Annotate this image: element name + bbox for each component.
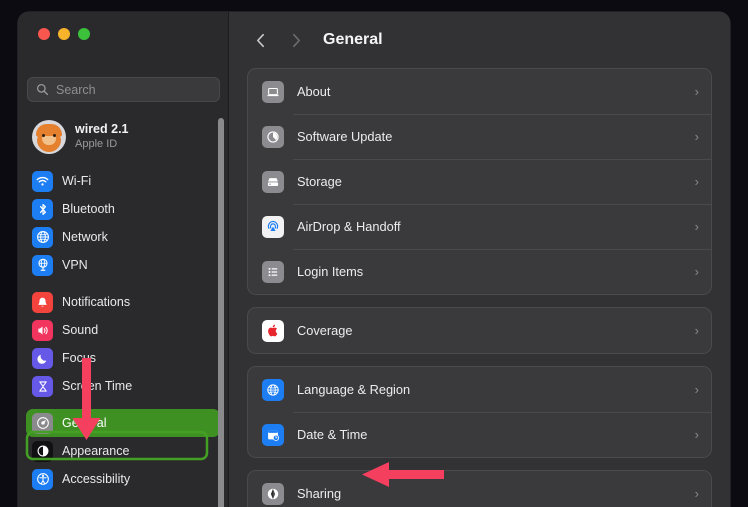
bluetooth-icon bbox=[32, 198, 53, 220]
sidebar-item-general[interactable]: General bbox=[26, 409, 220, 437]
settings-row-label: Login Items bbox=[297, 264, 364, 279]
chevron-right-icon: › bbox=[694, 84, 699, 99]
settings-row-label: About bbox=[297, 84, 331, 99]
sidebar-item-vpn[interactable]: VPN bbox=[26, 251, 220, 279]
chevron-right-icon: › bbox=[694, 264, 699, 279]
sidebar-scrollbar[interactable] bbox=[218, 118, 224, 507]
sidebar-item-label: Wi-Fi bbox=[62, 174, 92, 188]
chevron-right-icon: › bbox=[694, 129, 699, 144]
airdrop-icon bbox=[262, 215, 284, 238]
settings-row-coverage[interactable]: Coverage › bbox=[248, 308, 711, 353]
settings-row-label: Coverage bbox=[297, 323, 353, 338]
settings-card-system: About › Software Update › Storage › AirD… bbox=[247, 68, 712, 295]
language-globe-icon bbox=[262, 378, 284, 401]
search-field[interactable] bbox=[27, 77, 220, 102]
appearance-contrast-icon bbox=[32, 440, 53, 462]
network-globe-icon bbox=[32, 226, 53, 248]
system-settings-window: wired 2.1 Apple ID Wi-Fi bbox=[18, 12, 730, 507]
settings-card-coverage: Coverage › bbox=[247, 307, 712, 354]
window-traffic-lights bbox=[38, 28, 90, 40]
sidebar-item-screen-time[interactable]: Screen Time bbox=[26, 372, 220, 400]
about-laptop-icon bbox=[262, 80, 284, 103]
chevron-right-icon bbox=[292, 33, 300, 47]
sidebar-item-label: Bluetooth bbox=[62, 202, 115, 216]
date-time-calendar-icon bbox=[262, 423, 284, 446]
settings-row-storage[interactable]: Storage › bbox=[248, 159, 711, 204]
sidebar-group-alerts: Notifications Sound Focus Screen Time bbox=[18, 288, 228, 400]
chevron-left-icon bbox=[256, 33, 264, 47]
sidebar-group-connectivity: Wi-Fi Bluetooth Network VPN bbox=[18, 167, 228, 279]
sidebar-item-label: Sound bbox=[62, 323, 99, 337]
sidebar-item-label: Appearance bbox=[62, 444, 130, 458]
back-button[interactable] bbox=[249, 29, 271, 51]
chevron-right-icon: › bbox=[694, 219, 699, 234]
sound-speaker-icon bbox=[32, 319, 53, 341]
search-input[interactable] bbox=[56, 82, 217, 97]
sidebar-item-focus[interactable]: Focus bbox=[26, 344, 220, 372]
settings-row-label: Date & Time bbox=[297, 427, 368, 442]
main-toolbar: General bbox=[229, 12, 730, 68]
sidebar-item-label: Screen Time bbox=[62, 379, 133, 393]
settings-row-login-items[interactable]: Login Items › bbox=[248, 249, 711, 294]
settings-row-date-time[interactable]: Date & Time › bbox=[248, 412, 711, 457]
account-name: wired 2.1 bbox=[75, 121, 129, 136]
sidebar-item-label: General bbox=[62, 416, 107, 430]
settings-row-sharing[interactable]: Sharing › bbox=[248, 471, 711, 507]
storage-drive-icon bbox=[262, 170, 284, 193]
general-gear-icon bbox=[32, 412, 53, 434]
settings-card-locale: Language & Region › Date & Time › bbox=[247, 366, 712, 458]
settings-list: About › Software Update › Storage › AirD… bbox=[229, 68, 730, 507]
accessibility-icon bbox=[32, 468, 53, 490]
sidebar-item-bluetooth[interactable]: Bluetooth bbox=[26, 195, 220, 223]
sidebar-item-network[interactable]: Network bbox=[26, 223, 220, 251]
wifi-icon bbox=[32, 170, 53, 192]
focus-moon-icon bbox=[32, 347, 53, 369]
sidebar-item-notifications[interactable]: Notifications bbox=[26, 288, 220, 316]
settings-row-label: Sharing bbox=[297, 486, 342, 501]
settings-row-airdrop-handoff[interactable]: AirDrop & Handoff › bbox=[248, 204, 711, 249]
sidebar: wired 2.1 Apple ID Wi-Fi bbox=[18, 12, 229, 507]
chevron-right-icon: › bbox=[694, 486, 699, 501]
sidebar-item-label: Network bbox=[62, 230, 108, 244]
chevron-right-icon: › bbox=[694, 323, 699, 338]
sidebar-group-system: General Appearance Accessibility bbox=[18, 409, 228, 493]
sidebar-item-label: Focus bbox=[62, 351, 97, 365]
screen-time-hourglass-icon bbox=[32, 375, 53, 397]
settings-row-about[interactable]: About › bbox=[248, 69, 711, 114]
settings-row-label: Language & Region bbox=[297, 382, 411, 397]
settings-card-sharing: Sharing › bbox=[247, 470, 712, 507]
memoji-avatar bbox=[32, 120, 66, 154]
settings-row-label: Software Update bbox=[297, 129, 393, 144]
vpn-icon bbox=[32, 254, 53, 276]
chevron-right-icon: › bbox=[694, 382, 699, 397]
page-title: General bbox=[323, 31, 383, 48]
software-update-icon bbox=[262, 125, 284, 148]
sharing-icon bbox=[262, 482, 284, 505]
account-row[interactable]: wired 2.1 Apple ID bbox=[26, 116, 220, 158]
chevron-right-icon: › bbox=[694, 174, 699, 189]
sidebar-item-appearance[interactable]: Appearance bbox=[26, 437, 220, 465]
notifications-bell-icon bbox=[32, 291, 53, 313]
main-panel: General About › Software Update › Storag… bbox=[229, 12, 730, 507]
sidebar-item-label: Accessibility bbox=[62, 472, 131, 486]
settings-row-software-update[interactable]: Software Update › bbox=[248, 114, 711, 159]
login-items-list-icon bbox=[262, 260, 284, 283]
zoom-button[interactable] bbox=[78, 28, 90, 40]
sidebar-item-wi-fi[interactable]: Wi-Fi bbox=[26, 167, 220, 195]
search-icon bbox=[36, 83, 49, 96]
sidebar-item-accessibility[interactable]: Accessibility bbox=[26, 465, 220, 493]
settings-row-language-region[interactable]: Language & Region › bbox=[248, 367, 711, 412]
settings-row-label: Storage bbox=[297, 174, 342, 189]
forward-button[interactable] bbox=[285, 29, 307, 51]
minimize-button[interactable] bbox=[58, 28, 70, 40]
close-button[interactable] bbox=[38, 28, 50, 40]
account-subtitle: Apple ID bbox=[75, 138, 118, 151]
apple-logo-icon bbox=[262, 319, 284, 342]
sidebar-item-label: Notifications bbox=[62, 295, 131, 309]
sidebar-item-sound[interactable]: Sound bbox=[26, 316, 220, 344]
sidebar-item-label: VPN bbox=[62, 258, 88, 272]
sidebar-scroll-area: wired 2.1 Apple ID Wi-Fi Bluetooth Netwo… bbox=[18, 111, 228, 507]
settings-row-label: AirDrop & Handoff bbox=[297, 219, 401, 234]
chevron-right-icon: › bbox=[694, 427, 699, 442]
